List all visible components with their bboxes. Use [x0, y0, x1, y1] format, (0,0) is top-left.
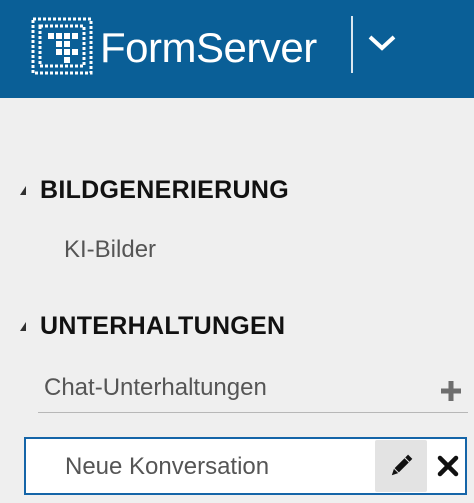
section-title: BILDGENERIERUNG [40, 176, 289, 204]
nav-item-ki-bilder[interactable]: KI-Bilder [64, 236, 156, 264]
plus-icon [441, 381, 461, 401]
add-conversation-button[interactable] [438, 378, 464, 404]
formserver-logo-icon [31, 17, 93, 75]
edit-conversation-button[interactable] [375, 440, 427, 492]
section-title: UNTERHALTUNGEN [40, 312, 286, 340]
collapse-triangle-icon [20, 186, 26, 195]
chat-conversations-row[interactable]: Chat-Unterhaltungen [38, 370, 468, 413]
pencil-icon [391, 454, 413, 476]
collapse-triangle-icon [20, 322, 26, 331]
conversation-item-selected[interactable]: Neue Konversation [24, 437, 467, 495]
chat-conversations-label: Chat-Unterhaltungen [44, 374, 267, 401]
delete-conversation-button[interactable] [430, 440, 466, 492]
chevron-down-icon [368, 35, 396, 51]
section-header-bildgenerierung[interactable]: BILDGENERIERUNG [20, 176, 289, 205]
header-divider [351, 16, 353, 73]
app-brand-name: FormServer [100, 24, 317, 71]
conversation-title: Neue Konversation [65, 453, 270, 480]
close-icon [437, 455, 459, 477]
section-header-unterhaltungen[interactable]: UNTERHALTUNGEN [20, 312, 285, 341]
app-menu-toggle[interactable] [360, 18, 404, 68]
app-header: FormServer [0, 0, 474, 98]
